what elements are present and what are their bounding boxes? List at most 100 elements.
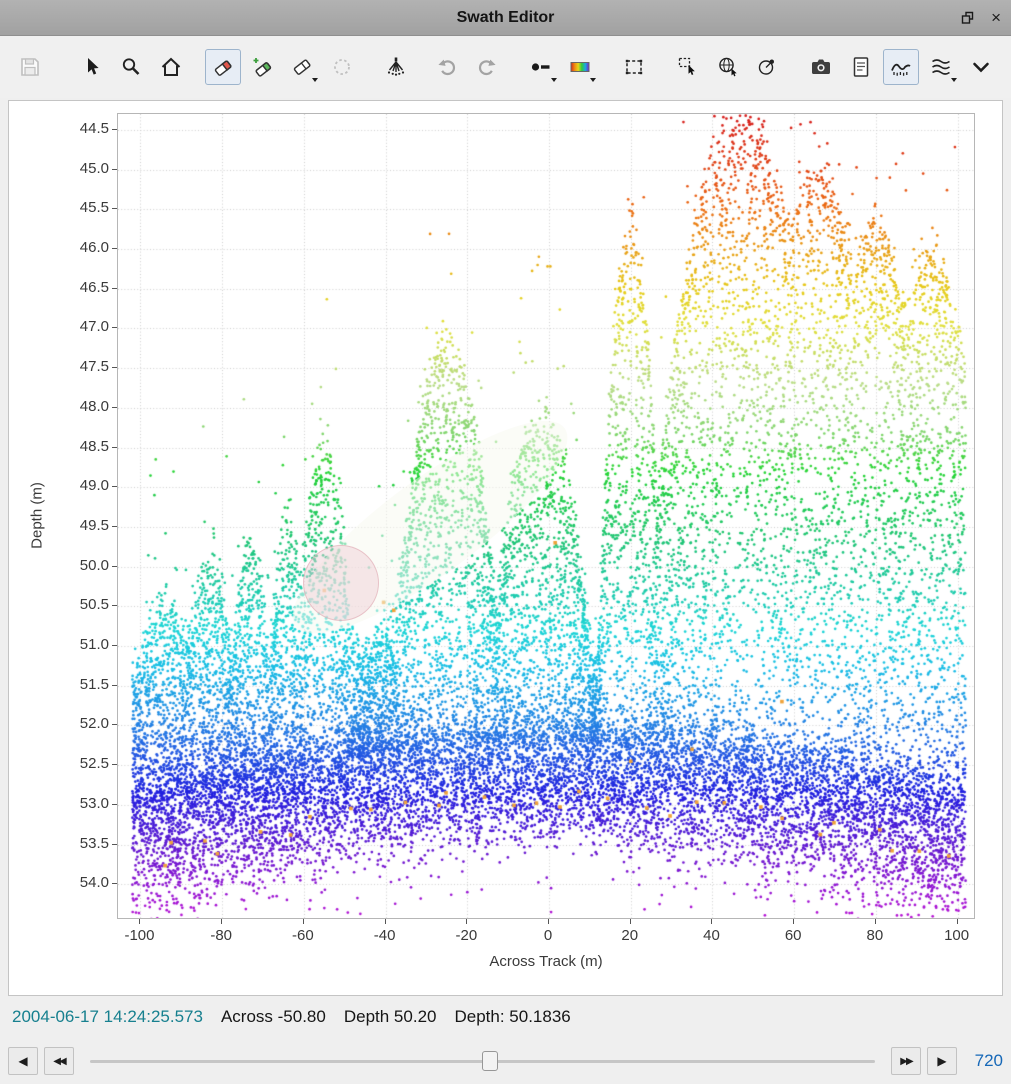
fast-next-button[interactable]: ▶▶	[891, 1047, 921, 1075]
dropdown-arrow-icon	[312, 78, 318, 82]
swath-canvas[interactable]	[118, 114, 975, 919]
swath-display-button[interactable]	[883, 49, 919, 85]
more-tools-button[interactable]	[963, 49, 999, 85]
spray-icon	[384, 55, 408, 79]
close-icon: ×	[991, 9, 1001, 26]
y-tick-mark	[112, 844, 117, 845]
y-tick-label: 53.5	[53, 835, 109, 852]
save-button[interactable]	[12, 49, 48, 85]
status-depth: Depth 50.20	[344, 1007, 437, 1027]
y-tick-label: 50.0	[53, 557, 109, 574]
x-tick-mark	[466, 919, 467, 924]
multi-swath-button[interactable]	[923, 49, 959, 85]
snapshot-button[interactable]	[803, 49, 839, 85]
select-cursor-button[interactable]	[74, 49, 110, 85]
home-view-button[interactable]	[153, 49, 189, 85]
x-tick-mark	[957, 919, 958, 924]
fast-prev-button[interactable]: ◀◀	[44, 1047, 74, 1075]
x-tick-label: -80	[196, 927, 246, 944]
document-icon	[849, 55, 873, 79]
status-depth-interp: Depth: 50.1836	[454, 1007, 570, 1027]
y-tick-label: 47.0	[53, 318, 109, 335]
erase-tool-button[interactable]	[284, 49, 320, 85]
x-tick-mark	[711, 919, 712, 924]
y-tick-label: 54.0	[53, 874, 109, 891]
y-tick-label: 53.0	[53, 795, 109, 812]
toolbar	[0, 36, 1011, 98]
prev-ping-button[interactable]: ◀	[8, 1047, 38, 1075]
next-icon: ▶	[937, 1054, 946, 1068]
x-tick-label: 60	[768, 927, 818, 944]
status-line: 2004-06-17 14:24:25.573 Across -50.80 De…	[0, 996, 1011, 1038]
globe-select-icon	[716, 55, 740, 79]
y-tick-label: 46.0	[53, 239, 109, 256]
x-tick-label: 40	[686, 927, 736, 944]
x-tick-mark	[385, 919, 386, 924]
y-tick-label: 52.5	[53, 755, 109, 772]
erase-reject-button[interactable]	[205, 49, 241, 85]
dropdown-arrow-icon	[590, 78, 596, 82]
y-tick-mark	[112, 645, 117, 646]
y-tick-label: 48.5	[53, 438, 109, 455]
x-axis-title: Across Track (m)	[117, 953, 975, 970]
y-tick-label: 45.0	[53, 160, 109, 177]
sphere-select-button[interactable]	[710, 49, 746, 85]
y-tick-mark	[112, 367, 117, 368]
angle-select-button[interactable]	[750, 49, 786, 85]
x-tick-label: -20	[441, 927, 491, 944]
x-tick-mark	[139, 919, 140, 924]
point-size-button[interactable]	[523, 49, 559, 85]
y-tick-label: 47.5	[53, 358, 109, 375]
x-tick-label: -40	[360, 927, 410, 944]
y-tick-mark	[112, 804, 117, 805]
eraser-accept-icon	[250, 55, 274, 79]
y-tick-label: 49.5	[53, 517, 109, 534]
home-icon	[159, 55, 183, 79]
plot-area[interactable]	[117, 113, 975, 919]
circle-brush-button[interactable]	[324, 49, 360, 85]
titlebar[interactable]: Swath Editor ×	[0, 0, 1011, 36]
toolbar-right-group	[841, 49, 1001, 85]
y-tick-label: 44.5	[53, 120, 109, 137]
y-tick-mark	[112, 566, 117, 567]
zoom-button[interactable]	[113, 49, 149, 85]
redo-button[interactable]	[469, 49, 505, 85]
x-tick-mark	[221, 919, 222, 924]
close-button[interactable]: ×	[989, 7, 1003, 28]
dropdown-arrow-icon	[951, 78, 957, 82]
ping-slider-handle[interactable]	[482, 1051, 498, 1071]
y-tick-mark	[112, 447, 117, 448]
y-tick-mark	[112, 407, 117, 408]
info-panel-button[interactable]	[843, 49, 879, 85]
undo-icon	[435, 55, 459, 79]
window-controls: ×	[958, 0, 1003, 35]
ping-slider[interactable]	[90, 1047, 875, 1075]
cursor-select-button[interactable]	[670, 49, 706, 85]
spray-filter-button[interactable]	[378, 49, 414, 85]
y-tick-label: 51.0	[53, 636, 109, 653]
x-tick-label: -100	[114, 927, 164, 944]
dropdown-arrow-icon	[551, 78, 557, 82]
float-window-button[interactable]	[958, 8, 977, 27]
camera-icon	[809, 55, 833, 79]
window-title: Swath Editor	[457, 9, 555, 27]
x-tick-mark	[875, 919, 876, 924]
save-icon	[18, 55, 42, 79]
chart-panel: Across Track (m) Depth (m) 44.545.045.54…	[8, 100, 1003, 996]
erase-accept-button[interactable]	[245, 49, 281, 85]
chevron-down-icon	[969, 55, 993, 79]
y-tick-label: 52.0	[53, 715, 109, 732]
cursor-select-icon	[676, 55, 700, 79]
y-tick-mark	[112, 605, 117, 606]
x-tick-mark	[793, 919, 794, 924]
color-map-button[interactable]	[563, 49, 599, 85]
undo-button[interactable]	[429, 49, 465, 85]
colormap-icon	[568, 55, 592, 79]
status-across: Across -50.80	[221, 1007, 326, 1027]
x-tick-label: 100	[932, 927, 982, 944]
ping-count: 720	[969, 1051, 1003, 1071]
y-tick-mark	[112, 129, 117, 130]
eraser-reject-icon	[211, 55, 235, 79]
next-ping-button[interactable]: ▶	[927, 1047, 957, 1075]
rectangle-select-button[interactable]	[616, 49, 652, 85]
